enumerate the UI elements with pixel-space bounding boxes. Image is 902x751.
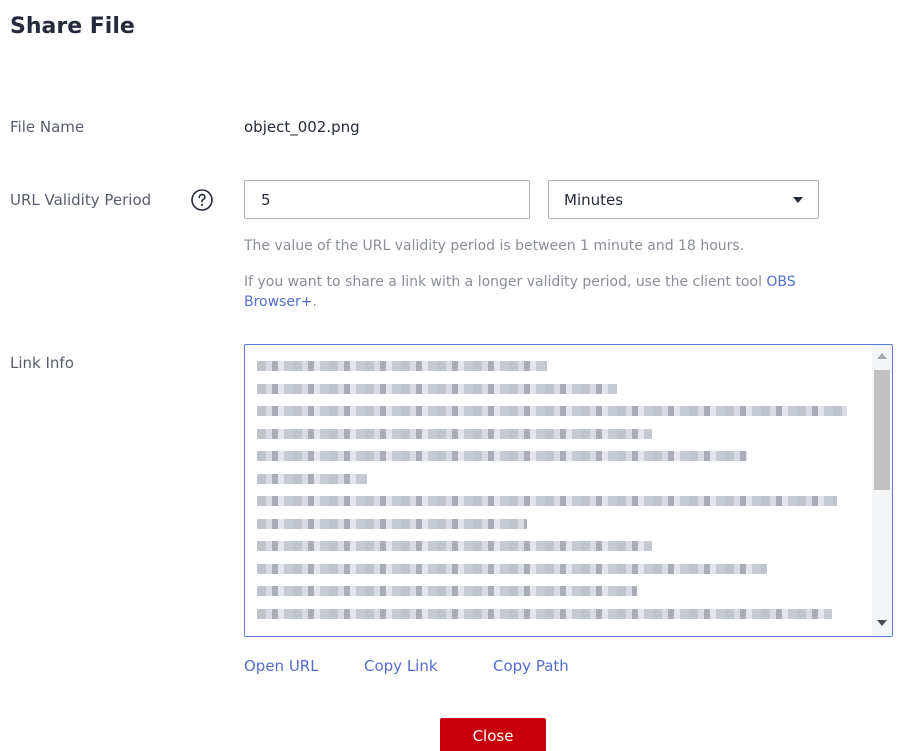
link-info-label: Link Info bbox=[10, 354, 74, 372]
redacted-text-line bbox=[257, 518, 527, 529]
scroll-down-arrow-icon[interactable] bbox=[877, 620, 887, 626]
validity-unit-selected: Minutes bbox=[564, 191, 624, 209]
link-info-scrollbar[interactable] bbox=[872, 345, 892, 636]
redacted-text-line bbox=[257, 361, 547, 371]
validity-period-input[interactable] bbox=[244, 180, 530, 219]
scroll-thumb[interactable] bbox=[874, 370, 890, 490]
link-info-textarea[interactable] bbox=[244, 344, 893, 637]
redacted-text-line bbox=[257, 608, 832, 619]
open-url-link[interactable]: Open URL bbox=[244, 657, 319, 675]
obs-browser-link-part2[interactable]: Browser+ bbox=[244, 294, 312, 310]
copy-link-link[interactable]: Copy Link bbox=[364, 657, 438, 675]
file-name-label: File Name bbox=[10, 118, 85, 136]
obs-browser-link-part1[interactable]: OBS bbox=[766, 274, 795, 290]
question-circle-icon[interactable] bbox=[190, 188, 214, 212]
hint-period: . bbox=[312, 294, 317, 310]
validity-hint: The value of the URL validity period is … bbox=[244, 238, 745, 254]
redacted-text-line bbox=[257, 473, 367, 484]
redacted-text-line bbox=[257, 496, 837, 506]
close-button[interactable]: Close bbox=[440, 718, 546, 751]
scroll-up-arrow-icon[interactable] bbox=[877, 353, 887, 359]
redacted-text-line bbox=[257, 586, 637, 596]
copy-path-link[interactable]: Copy Path bbox=[493, 657, 569, 675]
dialog-title: Share File bbox=[10, 14, 135, 39]
caret-down-icon bbox=[793, 197, 803, 203]
long-validity-hint: If you want to share a link with a longe… bbox=[244, 272, 902, 312]
redacted-text-line bbox=[257, 428, 652, 439]
redacted-text-line bbox=[257, 563, 767, 574]
url-validity-label: URL Validity Period bbox=[10, 191, 152, 209]
redacted-text-line bbox=[257, 451, 747, 461]
long-validity-hint-text: If you want to share a link with a longe… bbox=[244, 274, 767, 290]
redacted-text-line bbox=[257, 383, 617, 394]
file-name-value: object_002.png bbox=[244, 118, 360, 136]
validity-unit-select[interactable]: Minutes bbox=[548, 180, 819, 219]
redacted-text-line bbox=[257, 406, 847, 416]
redacted-text-line bbox=[257, 541, 652, 551]
